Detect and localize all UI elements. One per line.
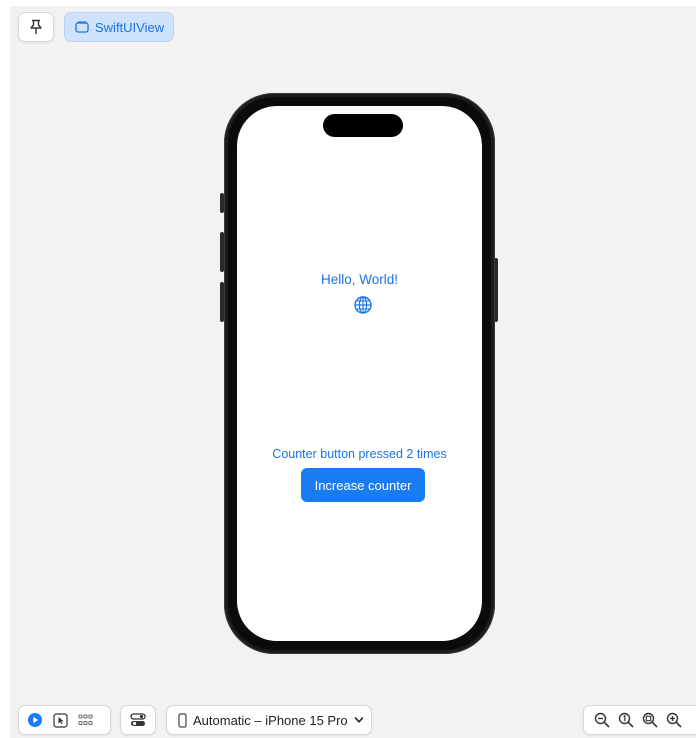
dynamic-island (323, 114, 403, 137)
pin-icon (29, 19, 43, 35)
preview-tab-label: SwiftUIView (95, 19, 165, 35)
preview-mode-group (18, 705, 111, 735)
preview-window-icon (75, 21, 89, 33)
counter-status-text: Counter button pressed 2 times (272, 447, 447, 461)
chevron-down-icon (354, 716, 364, 724)
device-selector[interactable]: Automatic – iPhone 15 Pro (166, 705, 372, 735)
variants-grid-icon[interactable] (78, 714, 93, 727)
device-selector-label: Automatic – iPhone 15 Pro (193, 712, 348, 728)
iphone-frame: Hello, World! Counter button pressed 2 t… (224, 93, 495, 654)
preview-tab-swiftuiview[interactable]: SwiftUIView (64, 12, 174, 42)
phone-bezel: Hello, World! Counter button pressed 2 t… (228, 97, 491, 650)
zoom-actual-size-icon[interactable] (618, 712, 634, 728)
device-settings-button[interactable] (120, 705, 156, 735)
selectable-mode-icon[interactable] (53, 712, 68, 728)
hello-world-text: Hello, World! (320, 272, 399, 287)
increase-counter-button[interactable]: Increase counter (301, 468, 425, 502)
globe-icon (353, 295, 373, 315)
pin-preview-button[interactable] (18, 12, 54, 42)
zoom-in-icon[interactable] (666, 712, 682, 728)
live-preview-icon[interactable] (27, 712, 43, 728)
zoom-to-fit-icon[interactable] (642, 712, 658, 728)
zoom-out-icon[interactable] (594, 712, 610, 728)
iphone-device-icon (178, 712, 187, 728)
device-settings-icon (130, 713, 146, 727)
device-screen: Hello, World! Counter button pressed 2 t… (237, 106, 482, 641)
zoom-controls (583, 705, 696, 735)
